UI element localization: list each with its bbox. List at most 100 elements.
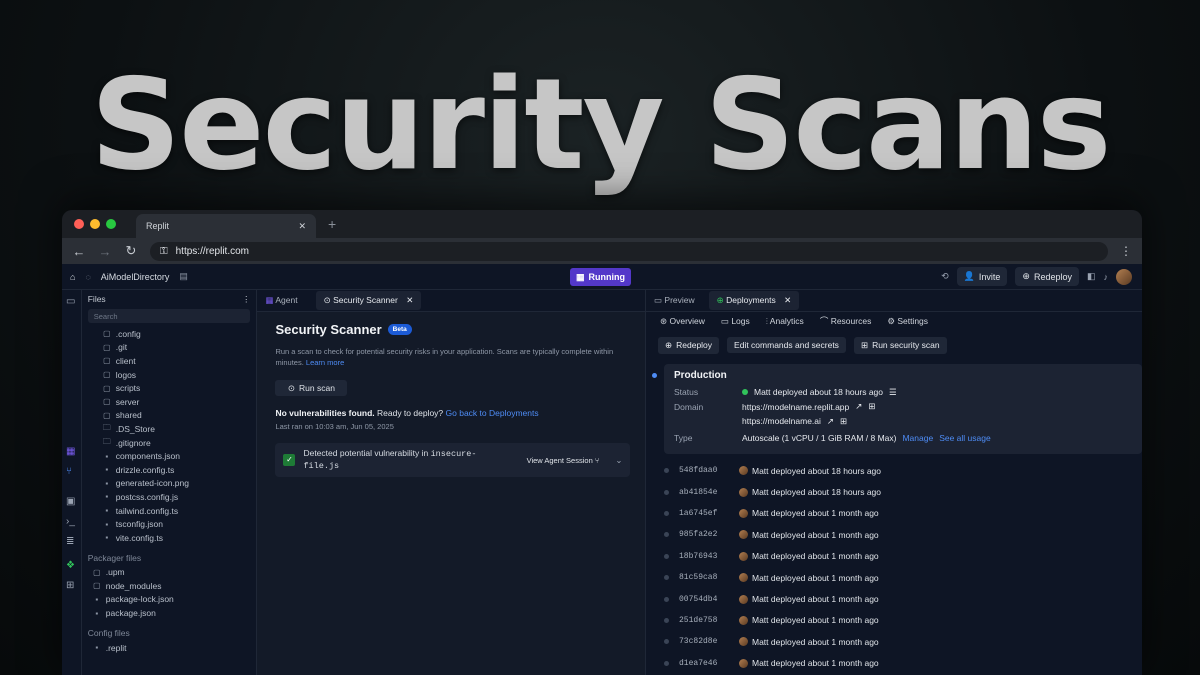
bell-icon[interactable]: ♪ [1104, 272, 1109, 282]
run-status-button[interactable]: ▦ Running [570, 268, 632, 286]
deployment-row[interactable]: 1a6745ef Matt deployed about 1 month ago [646, 503, 1142, 524]
tab-deployments[interactable]: ⊕ Deployments ✕ [708, 291, 800, 310]
repl-info-icon[interactable]: ▤ [179, 271, 188, 282]
deployment-row[interactable]: d1ea7e46 Matt deployed about 1 month ago [646, 653, 1142, 674]
tab-security-scanner[interactable]: ⊙ Security Scanner ✕ [315, 291, 422, 310]
close-tab-icon[interactable]: ✕ [406, 295, 413, 305]
qr-icon[interactable]: ⊞ [840, 416, 847, 427]
list-item[interactable]: ▪ generated-icon.png [102, 477, 251, 491]
commit-hash[interactable]: 1a6745ef [679, 509, 739, 518]
monitor-icon[interactable]: ▣ [66, 496, 75, 507]
commit-hash[interactable]: 548fdaa0 [679, 466, 739, 475]
list-item[interactable]: ▪ postcss.config.js [102, 490, 251, 504]
list-item[interactable]: ▢ logos [102, 368, 251, 382]
address-bar[interactable]: ⚿ https://replit.com [150, 241, 1108, 261]
site-info-icon[interactable]: ⚿ [160, 246, 168, 257]
commit-hash[interactable]: d1ea7e46 [679, 659, 739, 668]
back-icon[interactable]: ← [72, 244, 86, 259]
subtab-settings[interactable]: ⚙ Settings [887, 316, 928, 327]
learn-more-link[interactable]: Learn more [306, 358, 344, 367]
list-item[interactable]: 🗀 .DS_Store [102, 422, 251, 436]
list-item[interactable]: ▢ scripts [102, 381, 251, 395]
list-icon[interactable]: ☰ [889, 387, 897, 398]
repl-name[interactable]: AiModelDirectory [101, 272, 170, 282]
home-icon[interactable]: ⌂ [70, 272, 75, 282]
external-link-icon[interactable]: ↗ [827, 416, 834, 427]
deployment-row[interactable]: 81c59ca8 Matt deployed about 1 month ago [646, 567, 1142, 588]
commit-hash[interactable]: ab41854e [679, 488, 739, 497]
close-window-icon[interactable] [74, 219, 84, 229]
deployment-row[interactable]: ab41854e Matt deployed about 18 hours ago [646, 481, 1142, 502]
list-item[interactable]: ▢ .git [102, 341, 251, 355]
commit-hash[interactable]: 00754db4 [679, 595, 739, 604]
browser-menu-icon[interactable]: ⋮ [1120, 244, 1132, 258]
apps-icon[interactable]: ▦ [66, 446, 75, 457]
list-item[interactable]: ▪ tsconfig.json [102, 517, 251, 531]
list-item[interactable]: ▢ shared [102, 409, 251, 423]
files-search-input[interactable]: Search [87, 309, 251, 323]
list-item[interactable]: ▢ server [102, 395, 251, 409]
list-item[interactable]: ▪ components.json [102, 449, 251, 463]
tab-agent[interactable]: ▦ Agent [265, 295, 297, 306]
chevron-down-icon[interactable]: ⌄ [615, 455, 622, 466]
close-tab-icon[interactable]: ✕ [298, 221, 306, 232]
list-item[interactable]: ▪ .replit [92, 641, 251, 655]
chat-icon[interactable]: ◧ [1087, 271, 1096, 282]
list-item[interactable]: ▪ tailwind.config.ts [102, 504, 251, 518]
deployment-row[interactable]: 985fa2e2 Matt deployed about 1 month ago [646, 524, 1142, 545]
deployment-row[interactable]: 251de758 Matt deployed about 1 month ago [646, 610, 1142, 631]
external-link-icon[interactable]: ↗ [855, 401, 862, 412]
packages-icon[interactable]: ❖ [66, 560, 75, 571]
shell-icon[interactable]: ›_ [66, 516, 75, 527]
files-menu-icon[interactable]: ⋮ [242, 294, 251, 305]
domain-link-2[interactable]: https://modelname.ai [742, 416, 821, 426]
manage-link[interactable]: Manage [902, 433, 933, 443]
list-item[interactable]: ▢ client [102, 354, 251, 368]
commit-hash[interactable]: 81c59ca8 [679, 573, 739, 582]
deployment-row[interactable]: 548fdaa0 Matt deployed about 18 hours ago [646, 460, 1142, 481]
redeploy-top-button[interactable]: ⊕ Redeploy [1015, 267, 1079, 286]
list-item[interactable]: ▪ package-lock.json [92, 593, 251, 607]
domain-link-1[interactable]: https://modelname.replit.app [742, 402, 849, 412]
redeploy-button[interactable]: ⊕ Redeploy [658, 336, 720, 354]
forward-icon[interactable]: → [98, 244, 112, 259]
list-item[interactable]: ▪ drizzle.config.ts [102, 463, 251, 477]
edit-commands-button[interactable]: Edit commands and secrets [727, 337, 846, 353]
list-item[interactable]: 🗀 .gitignore [102, 436, 251, 450]
invite-button[interactable]: 👤 Invite [956, 267, 1008, 286]
run-scan-button[interactable]: ⊙ Run scan [275, 380, 348, 396]
run-security-scan-button[interactable]: ⊞ Run security scan [853, 336, 947, 354]
qr-icon[interactable]: ⊞ [868, 401, 875, 412]
new-tab-icon[interactable]: + [328, 216, 336, 232]
subtab-overview[interactable]: ⊛ Overview [660, 316, 705, 327]
list-item[interactable]: ▢ .config [102, 327, 251, 341]
maximize-window-icon[interactable] [106, 219, 116, 229]
view-agent-session-button[interactable]: View Agent Session ⑂ [527, 456, 600, 465]
deployment-row[interactable]: 73c82d8e Matt deployed about 1 month ago [646, 631, 1142, 652]
sync-icon[interactable]: ⟲ [941, 271, 949, 282]
commit-hash[interactable]: 73c82d8e [679, 637, 739, 646]
commit-hash[interactable]: 985fa2e2 [679, 530, 739, 539]
tab-preview[interactable]: ▭ Preview [654, 295, 695, 306]
database-icon[interactable]: ≣ [66, 536, 74, 547]
list-item[interactable]: ▢ .upm [92, 566, 251, 580]
browser-tab[interactable]: Replit ✕ [136, 214, 316, 238]
deployment-row[interactable]: 00754db4 Matt deployed about 1 month ago [646, 588, 1142, 609]
reload-icon[interactable]: ↻ [124, 243, 138, 259]
subtab-analytics[interactable]: ⫶ Analytics [766, 316, 804, 327]
go-back-deployments-link[interactable]: Go back to Deployments [446, 408, 539, 418]
list-item[interactable]: ▪ package.json [92, 606, 251, 620]
extensions-icon[interactable]: ⊞ [66, 580, 74, 591]
subtab-resources[interactable]: ⌒ Resources [820, 315, 872, 327]
deployment-row[interactable]: 18b76943 Matt deployed about 1 month ago [646, 546, 1142, 567]
files-icon[interactable]: ▭ [66, 296, 75, 307]
close-tab-icon[interactable]: ✕ [784, 295, 791, 305]
subtab-logs[interactable]: ▭ Logs [721, 316, 750, 327]
commit-hash[interactable]: 251de758 [679, 616, 739, 625]
minimize-window-icon[interactable] [90, 219, 100, 229]
see-usage-link[interactable]: See all usage [939, 433, 991, 443]
avatar[interactable] [1116, 268, 1132, 285]
list-item[interactable]: ▪ vite.config.ts [102, 531, 251, 545]
commit-hash[interactable]: 18b76943 [679, 552, 739, 561]
list-item[interactable]: ▢ node_modules [92, 579, 251, 593]
